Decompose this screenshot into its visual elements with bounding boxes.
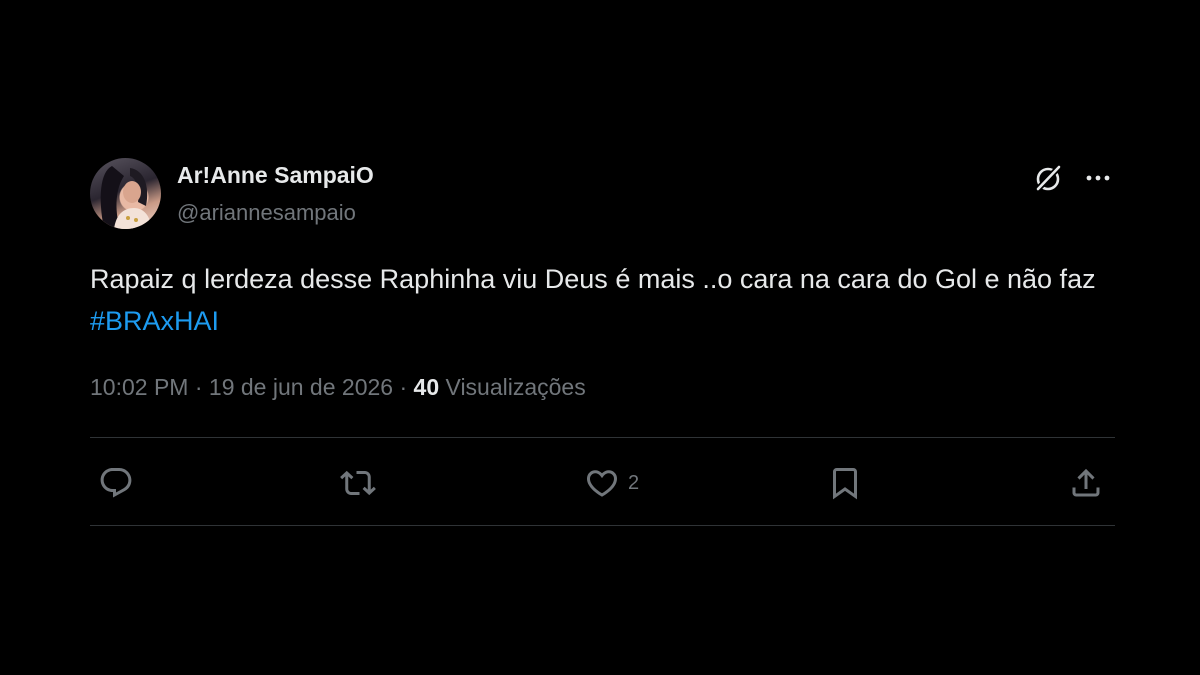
share-button[interactable] xyxy=(1068,464,1104,502)
user-handle[interactable]: @ariannesampaio xyxy=(177,200,356,226)
reply-icon xyxy=(100,468,132,498)
display-name[interactable]: Ar!Anne SampaiO xyxy=(177,162,374,189)
retweet-button[interactable] xyxy=(340,464,376,502)
retweet-icon xyxy=(340,470,376,496)
share-icon xyxy=(1072,468,1100,497)
heart-icon xyxy=(586,470,618,497)
tweet-body: Rapaiz q lerdeza desse Raphinha viu Deus… xyxy=(90,264,1096,294)
divider xyxy=(90,525,1115,526)
tweet-text: Rapaiz q lerdeza desse Raphinha viu Deus… xyxy=(90,258,1120,342)
bookmark-icon xyxy=(833,468,857,500)
tweet-time[interactable]: 10:02 PM xyxy=(90,374,188,400)
avatar-photo xyxy=(100,166,152,229)
hashtag-link[interactable]: #BRAxHAI xyxy=(90,306,219,336)
views-label: Visualizações xyxy=(445,374,586,400)
avatar[interactable] xyxy=(90,158,161,229)
tweet-date[interactable]: 19 de jun de 2026 xyxy=(209,374,393,400)
grok-icon[interactable] xyxy=(1032,162,1064,194)
reply-button[interactable] xyxy=(98,464,134,502)
views-count: 40 xyxy=(413,374,440,400)
divider xyxy=(90,437,1115,438)
like-count: 2 xyxy=(628,471,640,494)
tweet-card: Ar!Anne SampaiO @ariannesampaio Rapaiz q… xyxy=(0,0,1200,675)
bookmark-button[interactable] xyxy=(827,464,863,502)
meta-separator: · xyxy=(399,374,408,400)
more-icon[interactable] xyxy=(1082,162,1114,194)
like-button[interactable]: 2 xyxy=(584,464,639,502)
tweet-meta: 10:02 PM · 19 de jun de 2026 · 40 Visual… xyxy=(90,374,586,401)
meta-separator: · xyxy=(194,374,203,400)
